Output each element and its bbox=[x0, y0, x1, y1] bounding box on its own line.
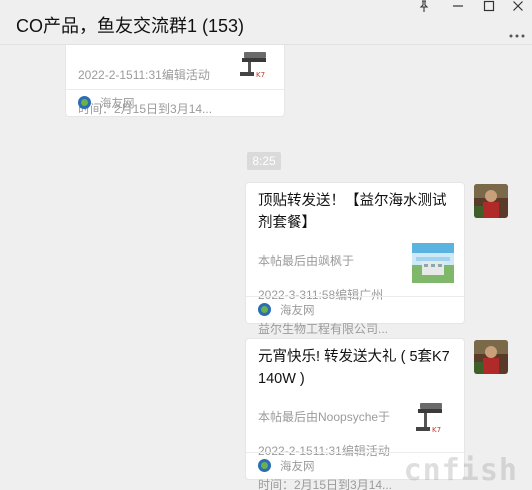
chat-title: CO产品，鱼友交流群1 (153) bbox=[16, 16, 245, 36]
card-desc-line: 2022-2-1511:31编辑活动 bbox=[78, 68, 210, 82]
minimize-icon[interactable] bbox=[448, 0, 468, 14]
link-card[interactable]: 顶贴转发送！【益尔海水测试剂套餐】 本帖最后由飒枫于 2022-3-311:58… bbox=[246, 183, 464, 336]
card-footer: 海友网 bbox=[66, 89, 284, 116]
card-title: 元宵快乐! 转发送大礼 ( 5套K7 140W ) bbox=[258, 349, 450, 387]
source-logo-icon bbox=[258, 303, 271, 316]
svg-text:K7: K7 bbox=[256, 71, 265, 79]
title-bar: CO产品，鱼友交流群1 (153) bbox=[0, 0, 532, 45]
pin-icon[interactable] bbox=[414, 0, 434, 14]
svg-text:K7: K7 bbox=[432, 426, 441, 434]
source-name: 海友网 bbox=[280, 305, 315, 317]
more-icon[interactable] bbox=[508, 28, 526, 40]
card-thumbnail bbox=[412, 243, 454, 283]
time-divider: 8:25 bbox=[247, 152, 281, 170]
link-card[interactable]: 2022-2-1511:31编辑活动 时间：2月15日到3月14... K7 海… bbox=[66, 45, 284, 116]
avatar[interactable] bbox=[474, 184, 508, 218]
card-thumbnail: K7 bbox=[412, 399, 454, 439]
source-logo-icon bbox=[78, 96, 91, 109]
card-desc-line: 本帖最后由飒枫于 bbox=[258, 254, 355, 268]
source-logo-icon bbox=[258, 459, 271, 472]
maximize-icon[interactable] bbox=[479, 0, 499, 14]
card-title: 顶贴转发送！【益尔海水测试剂套餐】 bbox=[258, 193, 447, 231]
card-desc-line: 益尔生物工程有限公司... bbox=[258, 322, 389, 336]
card-footer: 海友网 bbox=[246, 452, 464, 479]
chat-area: 2022-2-1511:31编辑活动 时间：2月15日到3月14... K7 海… bbox=[0, 45, 532, 490]
source-name: 海友网 bbox=[100, 98, 135, 110]
close-icon[interactable] bbox=[508, 0, 528, 14]
link-card[interactable]: 元宵快乐! 转发送大礼 ( 5套K7 140W ) 本帖最后由Noopsyche… bbox=[246, 339, 464, 490]
card-desc-line: 本帖最后由Noopsyche于 bbox=[258, 410, 391, 424]
card-thumbnail: K7 bbox=[236, 46, 278, 86]
avatar[interactable] bbox=[474, 340, 508, 374]
source-name: 海友网 bbox=[280, 461, 315, 473]
card-footer: 海友网 bbox=[246, 296, 464, 323]
